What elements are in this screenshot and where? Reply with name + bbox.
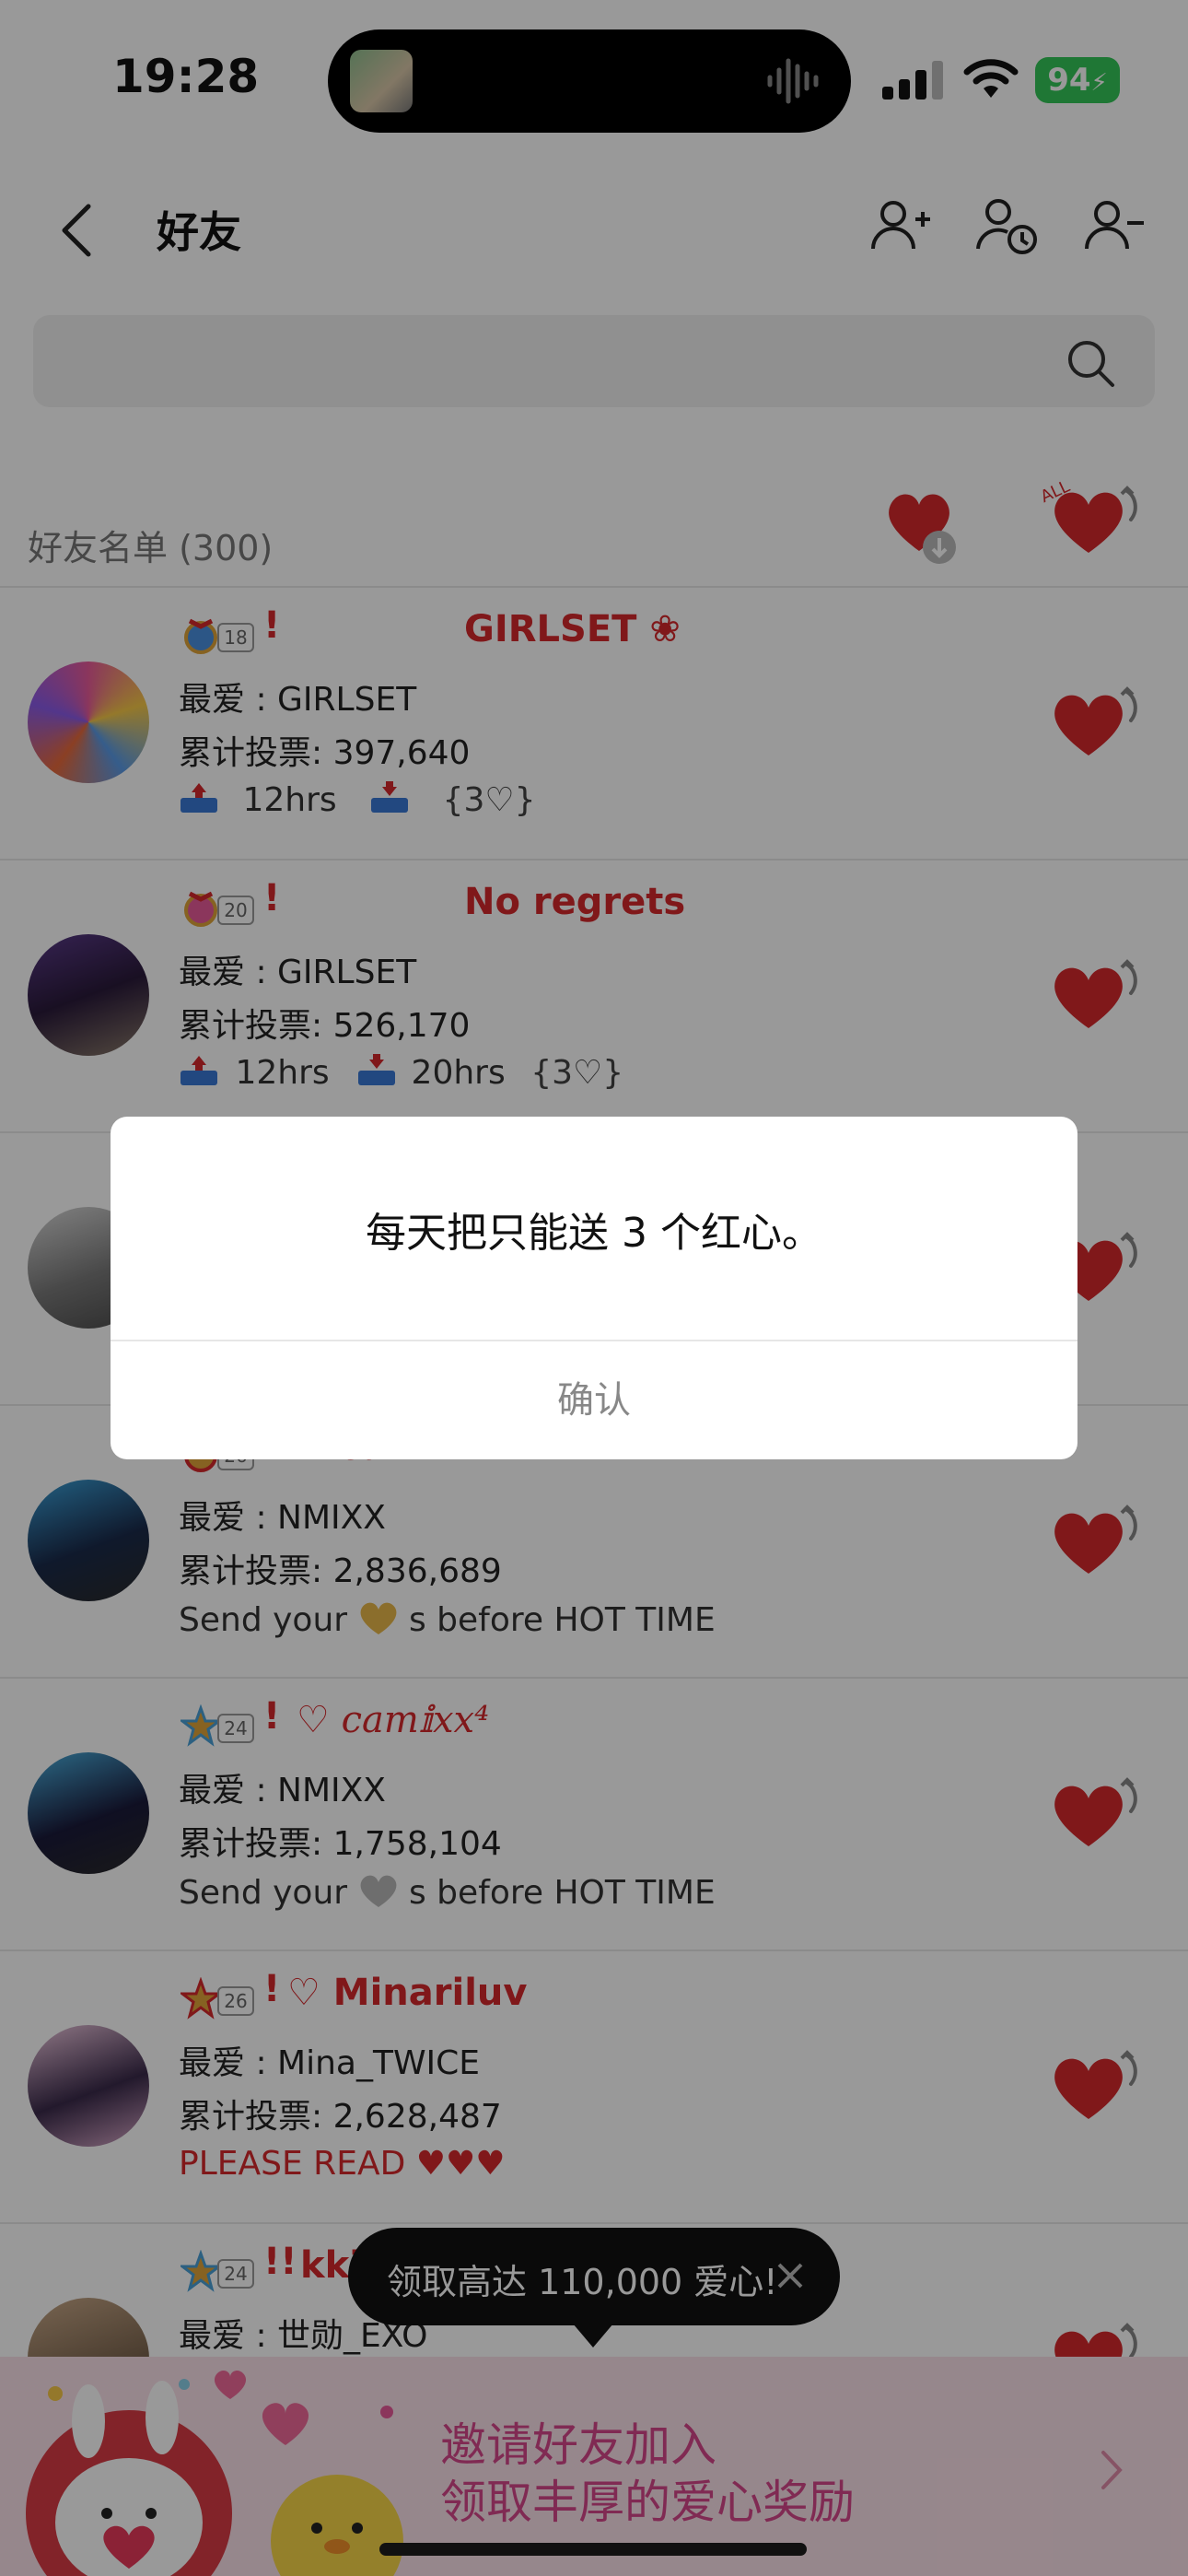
alert-dialog: 每天把只能送 3 个红心。 确认 bbox=[111, 1117, 1077, 1459]
home-indicator[interactable] bbox=[379, 2543, 807, 2556]
dialog-message: 每天把只能送 3 个红心。 bbox=[366, 1210, 822, 1257]
confirm-button[interactable]: 确认 bbox=[111, 1341, 1077, 1459]
